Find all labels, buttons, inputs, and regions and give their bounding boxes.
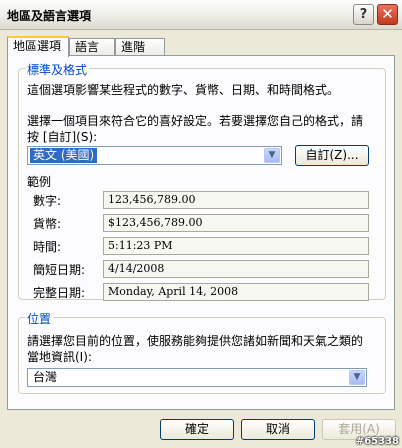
locale-select[interactable]: 英文 (美國) ▼ — [27, 146, 282, 165]
locale-select-value: 英文 (美國) — [30, 148, 98, 163]
samples-heading: 範例 — [27, 175, 52, 189]
location-legend: 位置 — [25, 310, 54, 327]
tab-advanced[interactable]: 進階 — [115, 38, 165, 55]
window-title: 地區及語言選項 — [7, 9, 92, 23]
location-prompt-line1: 請選擇您目前的位置，使服務能夠提供您諸如新聞和天氣之類的 — [27, 334, 364, 348]
sample-label-time: 時間: — [33, 240, 62, 254]
help-button[interactable]: ? — [353, 4, 374, 25]
tab-languages[interactable]: 語言 — [69, 38, 115, 55]
tab-panel: 標準及格式 這個選項影響某些程式的數字、貨幣、日期、和時間格式。 選擇一個項目來… — [7, 55, 395, 410]
standards-description: 這個選項影響某些程式的數字、貨幣、日期、和時間格式。 — [27, 83, 340, 97]
sample-value-number: 123,456,789.00 — [103, 191, 369, 209]
customize-prompt-line2: 按 [自訂](S): — [27, 130, 98, 144]
sample-label-number: 數字: — [33, 194, 62, 208]
tab-regional-options[interactable]: 地區選項 — [7, 36, 69, 57]
title-bar: 地區及語言選項 ? ✕ — [0, 0, 402, 30]
sample-value-long-date: Monday, April 14, 2008 — [103, 283, 369, 301]
close-button[interactable]: ✕ — [377, 4, 398, 25]
location-group: 位置 請選擇您目前的位置，使服務能夠提供您諸如新聞和天氣之類的 當地資訊(I):… — [18, 310, 386, 394]
sample-label-short-date: 簡短日期: — [33, 263, 86, 277]
standards-group: 標準及格式 這個選項影響某些程式的數字、貨幣、日期、和時間格式。 選擇一個項目來… — [18, 61, 386, 301]
chevron-down-icon[interactable]: ▼ — [264, 148, 280, 163]
standards-legend: 標準及格式 — [25, 61, 90, 78]
customize-button[interactable]: 自訂(Z)... — [295, 145, 369, 166]
image-id-watermark: #65338 — [355, 436, 399, 447]
location-select-value: 台灣 — [33, 370, 58, 384]
location-prompt-line2: 當地資訊(I): — [27, 350, 92, 364]
cancel-button[interactable]: 取消 — [241, 419, 315, 440]
customize-prompt-line1: 選擇一個項目來符合它的喜好設定。若要選擇您自己的格式，請 — [27, 114, 364, 128]
sample-value-currency: $123,456,789.00 — [103, 214, 369, 232]
sample-label-long-date: 完整日期: — [33, 286, 86, 300]
sample-value-time: 5:11:23 PM — [103, 237, 369, 255]
ok-button[interactable]: 確定 — [160, 419, 234, 440]
sample-value-short-date: 4/14/2008 — [103, 260, 369, 278]
sample-label-currency: 貨幣: — [33, 217, 62, 231]
location-select[interactable]: 台灣 ▼ — [27, 368, 367, 387]
chevron-down-icon[interactable]: ▼ — [349, 370, 365, 385]
